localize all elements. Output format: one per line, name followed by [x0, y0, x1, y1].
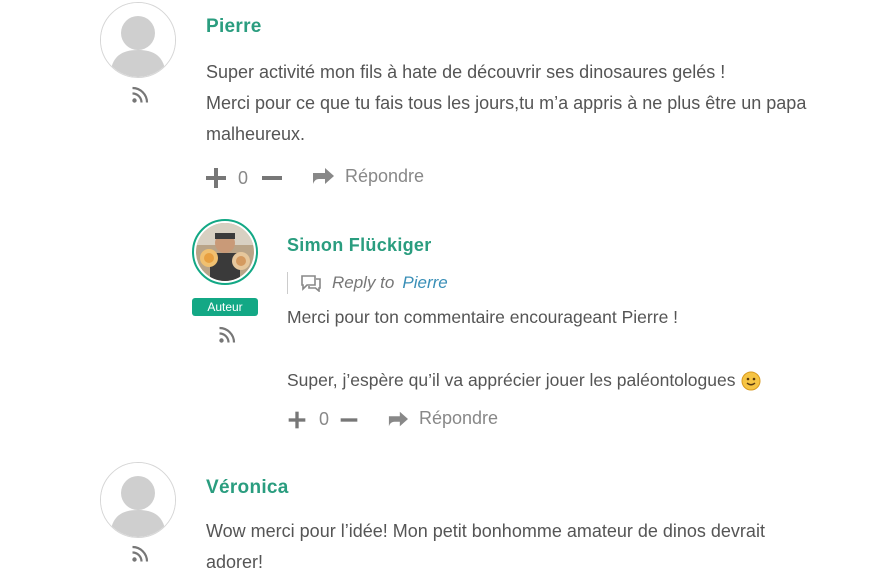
speech-bubble-icon	[301, 275, 321, 292]
vote-controls: 0	[287, 409, 359, 430]
comment-line: malheureux.	[206, 124, 306, 144]
comment-line: Super activité mon fils à hate de découv…	[206, 62, 726, 82]
avatar-veronica	[100, 462, 176, 538]
comment-line: Super, j’espère qu’il va apprécier jouer…	[287, 370, 736, 390]
reply-to-label: Reply to	[332, 273, 395, 292]
reply-arrow-icon	[313, 168, 334, 184]
vote-controls: 0	[204, 166, 284, 190]
comment-line: Wow merci pour l’idée! Mon petit bonhomm…	[206, 521, 765, 541]
reply-to-divider	[287, 272, 288, 294]
minus-icon[interactable]	[260, 166, 284, 190]
comment-line: adorer!	[206, 552, 264, 572]
reply-arrow-icon	[388, 411, 408, 426]
comment-author[interactable]: Véronica	[206, 477, 289, 499]
user-silhouette-icon	[101, 3, 175, 77]
comment-line-with-emoji: Super, j’espère qu’il va apprécier jouer…	[287, 365, 761, 396]
reply-label: Répondre	[345, 165, 425, 186]
reply-to-indicator: Reply to Pierre	[300, 273, 448, 293]
author-badge: Auteur	[192, 298, 258, 316]
profile-photo-icon	[196, 223, 254, 281]
avatar-simon	[192, 219, 258, 285]
reply-to-link[interactable]: Pierre	[402, 273, 447, 293]
rss-icon[interactable]	[218, 326, 236, 344]
plus-icon[interactable]	[204, 166, 228, 190]
comment-author[interactable]: Simon Flückiger	[287, 235, 432, 256]
comment-line: Merci pour ce que tu fais tous les jours…	[206, 93, 807, 113]
plus-icon[interactable]	[287, 410, 307, 430]
avatar-pierre	[100, 2, 176, 78]
comment-line: Merci pour ton commentaire encourageant …	[287, 307, 679, 327]
comment-body: Wow merci pour l’idée! Mon petit bonhomm…	[206, 516, 866, 578]
reply-button[interactable]: Répondre	[311, 165, 424, 187]
reply-button[interactable]: Répondre	[387, 408, 498, 429]
smiley-icon	[741, 371, 761, 390]
vote-count: 0	[238, 167, 249, 188]
rss-icon[interactable]	[131, 86, 149, 104]
vote-count: 0	[319, 409, 330, 429]
reply-label: Répondre	[419, 408, 499, 428]
user-silhouette-icon	[101, 463, 175, 537]
comment-author[interactable]: Pierre	[206, 16, 262, 38]
comment-body: Super activité mon fils à hate de découv…	[206, 57, 876, 150]
rss-icon[interactable]	[131, 545, 149, 563]
minus-icon[interactable]	[339, 410, 359, 430]
